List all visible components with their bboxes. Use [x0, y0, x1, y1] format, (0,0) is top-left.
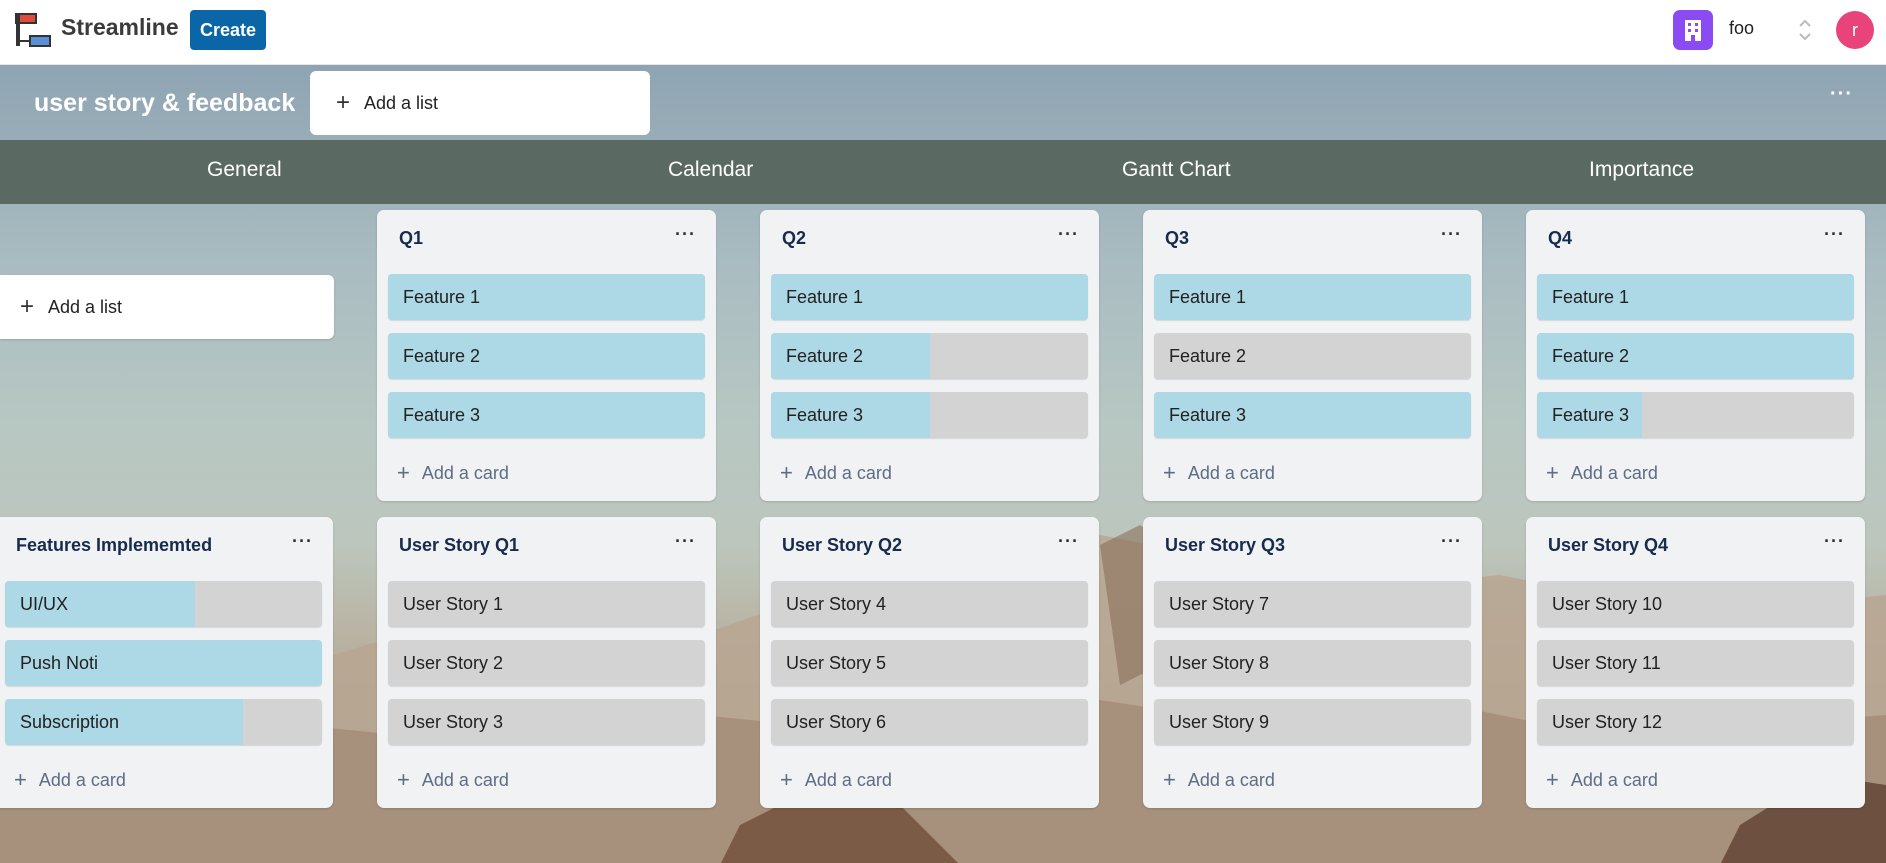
list-title[interactable]: User Story Q3 — [1165, 535, 1285, 556]
card[interactable]: User Story 7 — [1154, 581, 1471, 627]
brand-name[interactable]: Streamline — [61, 14, 179, 41]
tab-gantt-chart[interactable]: Gantt Chart — [1122, 158, 1231, 182]
side-add-list-button[interactable]: + Add a list — [0, 275, 334, 339]
add-card-button[interactable]: + Add a card — [780, 767, 892, 793]
card[interactable]: User Story 10 — [1537, 581, 1854, 627]
list-menu-icon[interactable]: ··· — [1058, 224, 1079, 245]
card[interactable]: Feature 1 — [1154, 274, 1471, 320]
card[interactable]: Feature 3 — [1154, 392, 1471, 438]
tab-importance[interactable]: Importance — [1589, 158, 1694, 182]
workspace-name[interactable]: foo — [1729, 18, 1754, 39]
card[interactable]: Feature 1 — [1537, 274, 1854, 320]
list-menu-icon[interactable]: ··· — [675, 531, 696, 552]
board-header: user story & feedback + Add a list ··· — [0, 65, 1886, 140]
card[interactable]: Feature 3 — [771, 392, 1088, 438]
streamline-logo-icon[interactable] — [14, 12, 52, 48]
list-title[interactable]: Q4 — [1548, 228, 1572, 249]
card[interactable]: Feature 2 — [1154, 333, 1471, 379]
plus-icon: + — [1163, 460, 1176, 485]
view-tabs-bar: General Calendar Gantt Chart Importance — [0, 140, 1886, 204]
card[interactable]: Feature 1 — [388, 274, 705, 320]
workspace-building-icon[interactable] — [1673, 10, 1713, 50]
board-area: user story & feedback + Add a list ··· G… — [0, 65, 1886, 863]
tab-general[interactable]: General — [207, 158, 282, 182]
card[interactable]: User Story 3 — [388, 699, 705, 745]
list-menu-icon[interactable]: ··· — [1824, 224, 1845, 245]
add-card-button[interactable]: + Add a card — [1163, 767, 1275, 793]
card[interactable]: User Story 1 — [388, 581, 705, 627]
list-user-story-q2: User Story Q2 ··· User Story 4 User Stor… — [760, 517, 1099, 808]
plus-icon: + — [780, 460, 793, 485]
list-title[interactable]: Q3 — [1165, 228, 1189, 249]
list-features-implemented: Features Implememted ··· UI/UX Push Noti… — [0, 517, 333, 808]
add-card-button[interactable]: + Add a card — [1546, 460, 1658, 486]
list-title[interactable]: User Story Q2 — [782, 535, 902, 556]
add-card-button[interactable]: + Add a card — [14, 767, 126, 793]
plus-icon: + — [336, 89, 351, 116]
plus-icon: + — [780, 767, 793, 792]
card[interactable]: UI/UX — [5, 581, 322, 627]
add-card-button[interactable]: + Add a card — [1546, 767, 1658, 793]
list-title[interactable]: Features Implememted — [16, 535, 212, 556]
card[interactable]: Feature 2 — [771, 333, 1088, 379]
list-q1: Q1 ··· Feature 1 Feature 2 Feature 3 + Ad… — [377, 210, 716, 501]
plus-icon: + — [1546, 767, 1559, 792]
card[interactable]: User Story 8 — [1154, 640, 1471, 686]
add-list-label: Add a list — [364, 92, 439, 113]
list-menu-icon[interactable]: ··· — [1058, 531, 1079, 552]
top-nav: Streamline Create foo r — [0, 0, 1886, 65]
plus-icon: + — [397, 767, 410, 792]
card[interactable]: User Story 5 — [771, 640, 1088, 686]
side-add-list-label: Add a list — [48, 296, 123, 317]
card[interactable]: Subscription — [5, 699, 322, 745]
add-card-button[interactable]: + Add a card — [1163, 460, 1275, 486]
tab-calendar[interactable]: Calendar — [668, 158, 753, 182]
plus-icon: + — [397, 460, 410, 485]
list-title[interactable]: Q2 — [782, 228, 806, 249]
list-menu-icon[interactable]: ··· — [1441, 224, 1462, 245]
list-q4: Q4 ··· Feature 1 Feature 2 Feature 3 + Ad… — [1526, 210, 1865, 501]
list-menu-icon[interactable]: ··· — [1441, 531, 1462, 552]
list-q3: Q3 ··· Feature 1 Feature 2 Feature 3 + Ad… — [1143, 210, 1482, 501]
card[interactable]: Push Noti — [5, 640, 322, 686]
plus-icon: + — [20, 293, 35, 320]
list-title[interactable]: User Story Q1 — [399, 535, 519, 556]
list-title[interactable]: User Story Q4 — [1548, 535, 1668, 556]
user-avatar[interactable]: r — [1836, 11, 1874, 49]
board-title[interactable]: user story & feedback — [34, 89, 295, 118]
card[interactable]: Feature 1 — [771, 274, 1088, 320]
card[interactable]: Feature 2 — [388, 333, 705, 379]
plus-icon: + — [14, 767, 27, 792]
card[interactable]: User Story 12 — [1537, 699, 1854, 745]
card[interactable]: User Story 6 — [771, 699, 1088, 745]
add-card-button[interactable]: + Add a card — [397, 767, 509, 793]
list-user-story-q3: User Story Q3 ··· User Story 7 User Stor… — [1143, 517, 1482, 808]
chevron-up-down-icon[interactable] — [1796, 16, 1814, 44]
card[interactable]: User Story 2 — [388, 640, 705, 686]
card[interactable]: Feature 3 — [1537, 392, 1854, 438]
card[interactable]: User Story 9 — [1154, 699, 1471, 745]
board-menu-icon[interactable]: ··· — [1830, 83, 1853, 106]
add-card-button[interactable]: + Add a card — [780, 460, 892, 486]
list-menu-icon[interactable]: ··· — [1824, 531, 1845, 552]
list-user-story-q1: User Story Q1 ··· User Story 1 User Stor… — [377, 517, 716, 808]
plus-icon: + — [1163, 767, 1176, 792]
create-button[interactable]: Create — [190, 10, 266, 50]
add-list-button[interactable]: + Add a list — [310, 71, 650, 135]
list-menu-icon[interactable]: ··· — [292, 531, 313, 552]
list-q2: Q2 ··· Feature 1 Feature 2 Feature 3 + Ad… — [760, 210, 1099, 501]
plus-icon: + — [1546, 460, 1559, 485]
list-user-story-q4: User Story Q4 ··· User Story 10 User Sto… — [1526, 517, 1865, 808]
card[interactable]: Feature 2 — [1537, 333, 1854, 379]
add-card-button[interactable]: + Add a card — [397, 460, 509, 486]
list-menu-icon[interactable]: ··· — [675, 224, 696, 245]
card[interactable]: User Story 4 — [771, 581, 1088, 627]
card[interactable]: User Story 11 — [1537, 640, 1854, 686]
card[interactable]: Feature 3 — [388, 392, 705, 438]
list-title[interactable]: Q1 — [399, 228, 423, 249]
